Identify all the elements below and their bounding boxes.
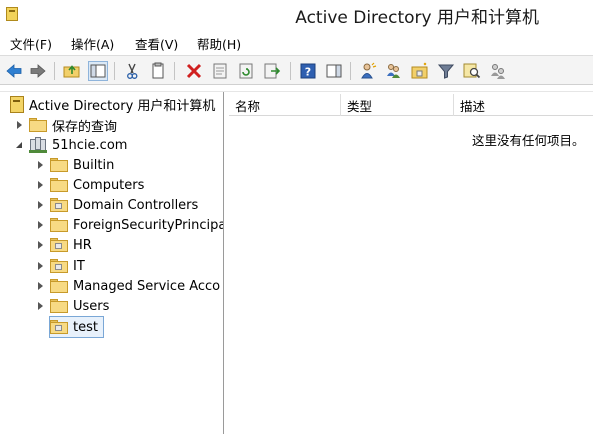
empty-list-message: 这里没有任何项目。 [472, 133, 585, 148]
menu-bar: 文件(F) 操作(A) 查看(V) 帮助(H) [0, 31, 593, 53]
window-title: Active Directory 用户和计算机 [295, 8, 539, 28]
show-console-tree-icon[interactable] [88, 61, 108, 81]
tree-item-test[interactable]: test [50, 317, 98, 337]
menu-view[interactable]: 查看(V) [135, 34, 178, 53]
export-list-icon[interactable] [262, 61, 282, 81]
tree-item-label: Managed Service Acco [73, 278, 221, 294]
folder-icon [50, 218, 68, 232]
cut-icon[interactable] [122, 61, 142, 81]
help-icon[interactable]: ? [298, 61, 318, 81]
tree-item-label: Users [73, 298, 110, 314]
results-pane: 名称 类型 描述 这里没有任何项目。 [229, 92, 593, 434]
folder-icon [29, 118, 47, 132]
tree-item-label: HR [73, 237, 92, 253]
show-action-pane-icon[interactable] [324, 61, 344, 81]
tree-item-domain-controllers[interactable]: Domain Controllers [36, 195, 198, 215]
menu-action[interactable]: 操作(A) [71, 34, 114, 53]
expand-arrow-icon[interactable] [15, 120, 25, 130]
expand-arrow-icon[interactable] [36, 240, 46, 250]
tree-item-label: Computers [73, 177, 145, 193]
column-header-description[interactable]: 描述 [454, 94, 593, 116]
up-folder-icon[interactable] [62, 61, 82, 81]
forward-icon[interactable] [28, 61, 48, 81]
tree-item-hr[interactable]: HR [36, 235, 92, 255]
console-tree: Active Directory 用户和计算机 保存的查询 51hcie.com… [0, 92, 224, 434]
column-label: 类型 [347, 98, 373, 114]
new-group-icon[interactable] [384, 61, 404, 81]
ad-book-icon [10, 95, 24, 113]
tree-item-label: Builtin [73, 157, 115, 173]
ou-folder-icon [50, 259, 68, 273]
list-header: 名称 类型 描述 [229, 94, 593, 116]
column-label: 名称 [235, 98, 261, 114]
tree-root[interactable]: Active Directory 用户和计算机 [10, 94, 215, 114]
delete-icon[interactable] [184, 61, 204, 81]
toolbar: ? [0, 55, 593, 85]
expand-arrow-icon[interactable] [36, 160, 46, 170]
find-icon[interactable] [462, 61, 482, 81]
tree-item-it[interactable]: IT [36, 256, 85, 276]
svg-text:?: ? [305, 66, 311, 79]
tree-item-domain[interactable]: 51hcie.com [15, 135, 127, 155]
expand-arrow-icon[interactable] [36, 180, 46, 190]
tree-item-computers[interactable]: Computers [36, 175, 144, 195]
tree-item-managed-service-accounts[interactable]: Managed Service Acco [36, 276, 220, 296]
properties-icon[interactable] [210, 61, 230, 81]
filter-icon[interactable] [436, 61, 456, 81]
tree-item-label: Domain Controllers [73, 197, 199, 213]
tree-item-label: ForeignSecurityPrincipa [73, 217, 224, 233]
collapse-arrow-icon[interactable] [15, 140, 25, 150]
folder-icon [50, 299, 68, 313]
expand-arrow-icon[interactable] [36, 281, 46, 291]
ou-folder-icon [50, 238, 68, 252]
new-user-icon[interactable] [358, 61, 378, 81]
copy-icon[interactable] [148, 61, 168, 81]
tree-item-label: test [73, 319, 98, 335]
tree-item-label: 保存的查询 [52, 119, 118, 135]
menu-help[interactable]: 帮助(H) [197, 34, 241, 53]
ou-folder-icon [50, 320, 68, 334]
tree-root-label: Active Directory 用户和计算机 [29, 98, 216, 114]
expand-arrow-icon[interactable] [36, 200, 46, 210]
expand-arrow-icon[interactable] [36, 220, 46, 230]
title-bar: Active Directory 用户和计算机 [0, 0, 593, 30]
folder-icon [50, 279, 68, 293]
back-icon[interactable] [4, 61, 24, 81]
folder-icon [50, 178, 68, 192]
column-label: 描述 [460, 98, 486, 114]
tree-item-foreign-security-principals[interactable]: ForeignSecurityPrincipa [36, 215, 224, 235]
new-ou-icon[interactable] [410, 61, 430, 81]
tree-item-label: IT [73, 258, 85, 274]
add-to-group-icon[interactable] [488, 61, 508, 81]
expand-arrow-icon[interactable] [36, 261, 46, 271]
ou-folder-icon [50, 198, 68, 212]
column-header-type[interactable]: 类型 [341, 94, 454, 116]
tree-item-label: 51hcie.com [52, 137, 128, 153]
folder-icon [50, 158, 68, 172]
tree-item-builtin[interactable]: Builtin [36, 155, 114, 175]
domain-icon [29, 136, 47, 154]
menu-file[interactable]: 文件(F) [10, 34, 52, 53]
tree-item-users[interactable]: Users [36, 296, 109, 316]
tree-item-saved-queries[interactable]: 保存的查询 [15, 115, 117, 135]
refresh-icon[interactable] [236, 61, 256, 81]
expand-arrow-icon[interactable] [36, 301, 46, 311]
column-header-name[interactable]: 名称 [229, 94, 341, 116]
